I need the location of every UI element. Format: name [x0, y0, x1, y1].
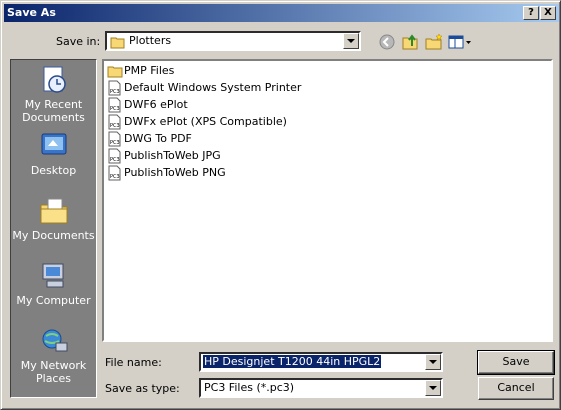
cancel-button[interactable]: Cancel: [478, 377, 554, 400]
file-name: DWF6 ePlot: [124, 98, 188, 111]
file-name: PMP Files: [124, 64, 175, 77]
place-label: Desktop: [30, 164, 77, 177]
svg-text:PC3: PC3: [110, 140, 120, 146]
pc3-file-icon: PC3: [108, 114, 121, 130]
back-icon[interactable]: [377, 32, 397, 52]
file-name-combo[interactable]: HP Designjet T1200 44in HPGL2: [199, 352, 443, 372]
my-documents-icon: [40, 198, 67, 224]
place-my-recent-documents[interactable]: My Recent Documents: [11, 64, 96, 124]
save-as-type-combo[interactable]: PC3 Files (*.pc3): [199, 378, 443, 398]
recent-documents-icon: [43, 66, 66, 93]
places-bar: My Recent Documents Desktop My Documents: [10, 59, 97, 398]
file-name-input[interactable]: HP Designjet T1200 44in HPGL2: [201, 354, 383, 369]
file-list[interactable]: PMP Files PC3 Default Windows System Pri…: [102, 59, 553, 342]
save-button[interactable]: Save: [477, 350, 555, 375]
folder-icon: [110, 37, 125, 49]
help-button[interactable]: ?: [523, 6, 539, 20]
save-as-type-dropdown-button[interactable]: [425, 380, 441, 396]
place-label: My Recent Documents: [22, 98, 85, 124]
desktop-icon: [41, 133, 66, 155]
place-label: My Network Places: [20, 359, 87, 385]
title-bar[interactable]: Save As ? X: [4, 4, 559, 22]
file-name-label: File name:: [105, 356, 162, 369]
file-name: DWG To PDF: [124, 132, 192, 145]
close-button[interactable]: X: [540, 6, 556, 20]
file-name-dropdown-button[interactable]: [425, 354, 441, 370]
chevron-down-icon: [429, 360, 437, 364]
place-label: My Computer: [16, 294, 91, 307]
svg-text:PC3: PC3: [110, 174, 120, 180]
file-name: DWFx ePlot (XPS Compatible): [124, 115, 287, 128]
pc3-file-icon: PC3: [108, 97, 121, 113]
chevron-down-icon: [347, 39, 355, 43]
place-my-computer[interactable]: My Computer: [11, 260, 96, 307]
file-name: PublishToWeb JPG: [124, 149, 221, 162]
chevron-down-icon: [429, 386, 437, 390]
file-name: PublishToWeb PNG: [124, 166, 226, 179]
svg-text:PC3: PC3: [110, 123, 120, 129]
save-as-type-value: PC3 Files (*.pc3): [204, 381, 295, 394]
save-as-type-label: Save as type:: [105, 382, 180, 395]
file-name: Default Windows System Printer: [124, 81, 302, 94]
views-menu-icon[interactable]: [447, 32, 473, 52]
pc3-file-icon: PC3: [108, 131, 121, 147]
save-in-label: Save in:: [56, 35, 101, 48]
up-one-level-icon[interactable]: [400, 32, 420, 52]
pc3-file-icon: PC3: [108, 165, 121, 181]
place-my-network-places[interactable]: My Network Places: [11, 325, 96, 385]
place-my-documents[interactable]: My Documents: [11, 195, 96, 242]
create-new-folder-icon[interactable]: [424, 32, 444, 52]
place-desktop[interactable]: Desktop: [11, 130, 96, 177]
save-as-dialog: Save As ? X Save in: Plotters My Recent …: [0, 0, 561, 410]
window-title: Save As: [7, 6, 56, 19]
folder-icon: [107, 66, 123, 78]
my-computer-icon: [42, 263, 63, 288]
network-places-icon: [42, 329, 67, 352]
pc3-file-icon: PC3: [108, 148, 121, 164]
save-in-dropdown-button[interactable]: [343, 33, 359, 49]
save-in-combo[interactable]: Plotters: [105, 31, 361, 51]
save-in-value: Plotters: [129, 34, 172, 47]
pc3-file-icon: PC3: [108, 80, 121, 96]
svg-text:PC3: PC3: [110, 89, 120, 95]
place-label: My Documents: [12, 229, 95, 242]
svg-text:PC3: PC3: [110, 157, 120, 163]
svg-text:PC3: PC3: [110, 106, 120, 112]
